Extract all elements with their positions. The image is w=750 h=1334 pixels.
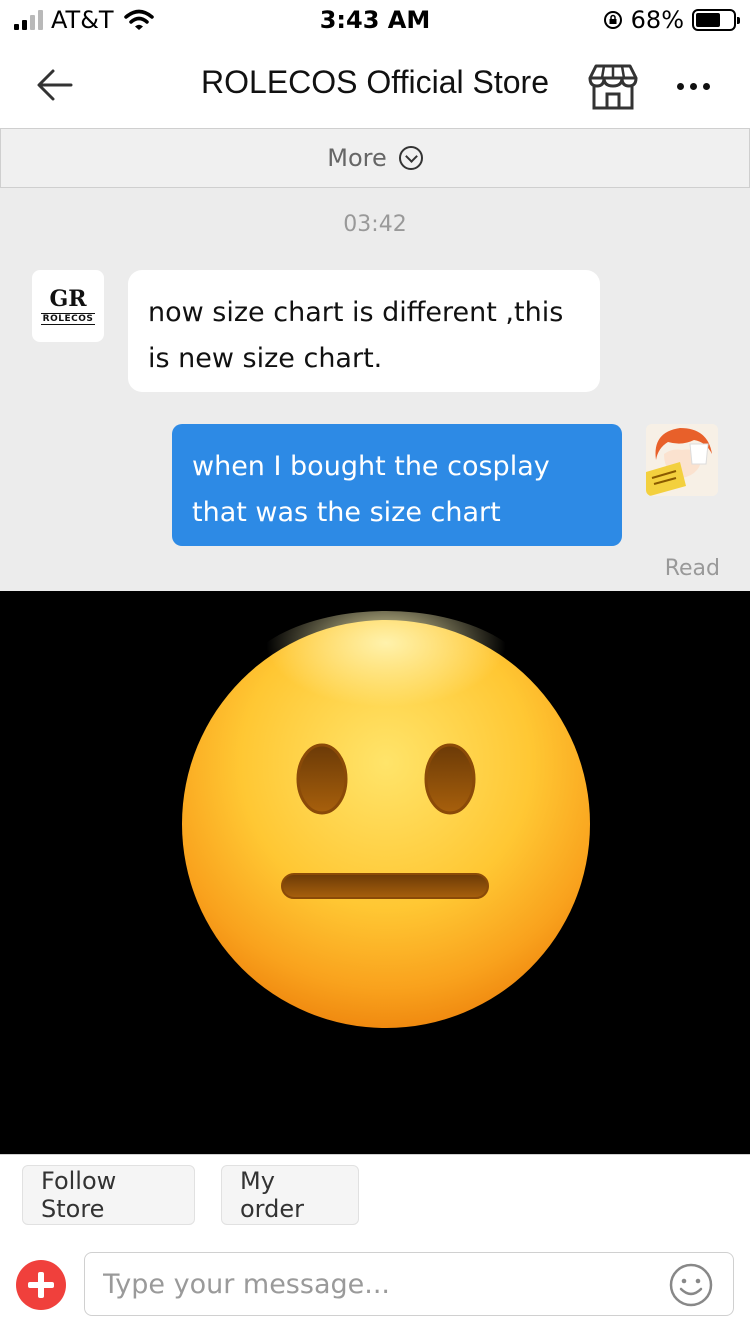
emoji-button[interactable]: [668, 1262, 714, 1308]
user-avatar[interactable]: [646, 424, 718, 496]
storefront-icon: [588, 64, 638, 110]
battery-percent: 68%: [630, 6, 684, 34]
carrier-label: AT&T: [51, 6, 114, 34]
status-left: AT&T: [14, 6, 154, 34]
orientation-lock-icon: [603, 11, 622, 29]
status-bar: AT&T 3:43 AM 68%: [0, 0, 750, 40]
signal-strength-icon: [14, 10, 43, 30]
quick-actions-bar: Follow Store My order: [0, 1154, 750, 1242]
chat-area[interactable]: More 03:42 GR ROLECOS now size chart is …: [0, 128, 750, 591]
wifi-icon: [123, 9, 154, 30]
back-arrow-icon: [37, 69, 73, 101]
store-button[interactable]: [586, 62, 640, 112]
store-avatar[interactable]: GR ROLECOS: [32, 270, 104, 342]
nav-bar: ROLECOS Official Store: [0, 40, 750, 128]
load-more-button[interactable]: More: [0, 128, 750, 188]
more-dots-icon: [676, 82, 684, 90]
anime-character-avatar-icon: [646, 424, 718, 496]
rolecos-logo-icon: GR: [49, 285, 87, 312]
smiley-icon: [669, 1263, 713, 1307]
plus-icon[interactable]: [16, 1260, 66, 1310]
battery-icon: [692, 9, 740, 31]
message-input[interactable]: [84, 1252, 734, 1316]
more-label: More: [327, 144, 387, 172]
neutral-face-emoji-icon: [0, 591, 750, 1154]
message-timestamp: 03:42: [343, 212, 407, 237]
read-status: Read: [664, 556, 720, 581]
message-composer: [0, 1242, 750, 1334]
follow-store-button[interactable]: Follow Store: [22, 1165, 195, 1225]
my-order-button[interactable]: My order: [221, 1165, 359, 1225]
outgoing-message[interactable]: when I bought the cosplay that was the s…: [172, 424, 622, 546]
incoming-message[interactable]: now size chart is different ,this is new…: [128, 270, 600, 392]
image-message[interactable]: [0, 591, 750, 1154]
chevron-down-icon: [398, 146, 423, 170]
status-right: 68%: [603, 6, 740, 34]
back-button[interactable]: [30, 60, 80, 110]
more-options-button[interactable]: [668, 66, 718, 106]
store-logo-text: ROLECOS: [40, 312, 96, 325]
